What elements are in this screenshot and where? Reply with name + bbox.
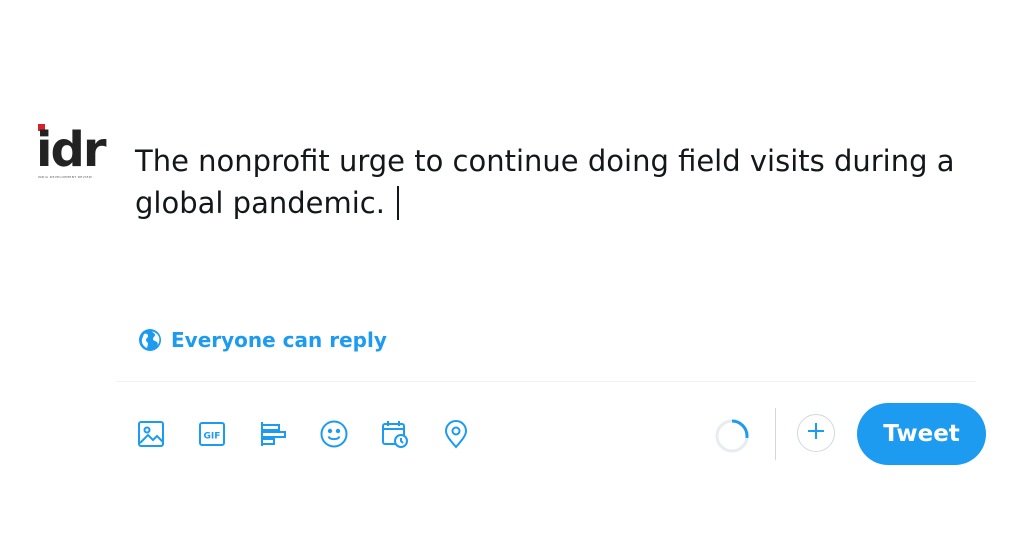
plus-icon (806, 421, 826, 446)
gif-icon-label: GIF (204, 432, 221, 442)
avatar[interactable]: idr INDIA DEVELOPMENT REVIEW (36, 124, 108, 184)
character-count-ring (714, 418, 750, 454)
emoji-icon (319, 419, 349, 449)
tweet-composer: idr INDIA DEVELOPMENT REVIEW The nonprof… (0, 0, 1024, 546)
divider (116, 381, 976, 382)
location-button[interactable] (436, 414, 476, 454)
add-tweet-button[interactable] (797, 414, 835, 452)
tweet-button[interactable]: Tweet (857, 403, 986, 465)
poll-button[interactable] (253, 414, 293, 454)
tweet-text-input[interactable]: The nonprofit urge to continue doing fie… (135, 140, 995, 224)
gif-button[interactable]: GIF (192, 414, 232, 454)
tweet-text-line-1: The nonprofit urge to continue doing fie… (135, 144, 955, 178)
text-cursor (396, 186, 399, 220)
emoji-button[interactable] (314, 414, 354, 454)
media-button[interactable] (131, 414, 171, 454)
poll-icon (258, 419, 288, 449)
logo-subtext: INDIA DEVELOPMENT REVIEW (38, 175, 93, 179)
location-icon (441, 419, 471, 449)
gif-icon: GIF (197, 419, 227, 449)
globe-icon (138, 328, 162, 352)
logo-text: idr (36, 122, 106, 178)
reply-setting-button[interactable]: Everyone can reply (138, 328, 387, 352)
image-icon (136, 419, 166, 449)
schedule-icon (380, 419, 410, 449)
reply-setting-label: Everyone can reply (171, 328, 387, 352)
toolbar-separator (775, 408, 776, 460)
tweet-text-line-2: global pandemic. (135, 186, 385, 220)
schedule-button[interactable] (375, 414, 415, 454)
